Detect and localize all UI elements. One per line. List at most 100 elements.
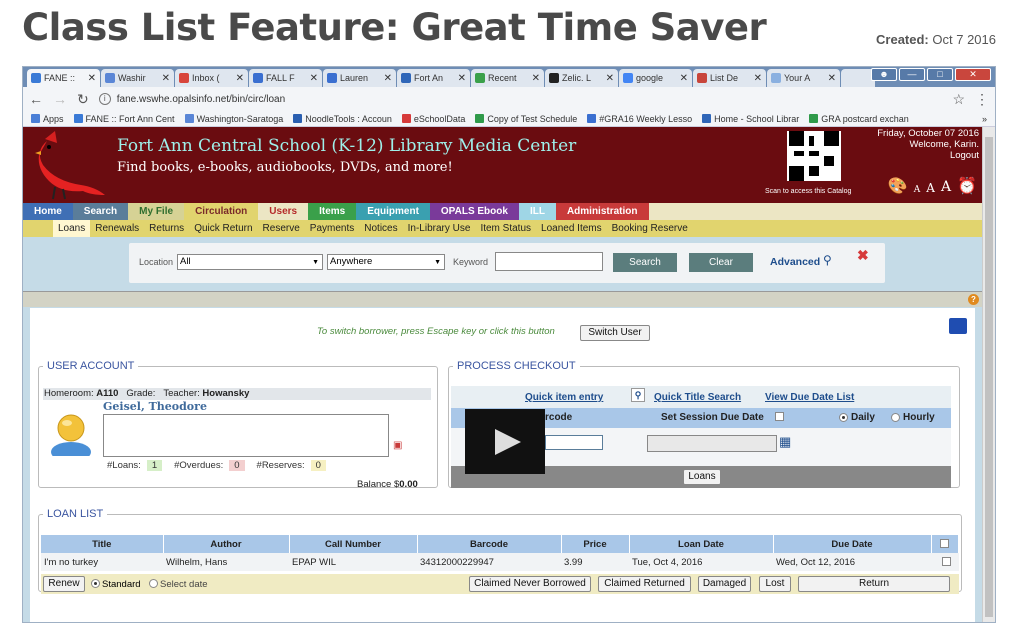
forward-button[interactable]: → <box>53 91 67 107</box>
keyword-input[interactable] <box>495 252 603 271</box>
alarm-clock-icon[interactable]: ⏰ <box>957 176 977 195</box>
bookmark-item[interactable]: NoodleTools : Accoun <box>293 114 392 124</box>
tab-close-icon[interactable]: ✕ <box>236 73 244 84</box>
hourly-radio[interactable] <box>891 413 900 422</box>
bookmark-item[interactable]: Home - School Librar <box>702 114 799 124</box>
claimed-returned-button[interactable]: Claimed Returned <box>598 576 691 592</box>
patron-name[interactable]: Geisel, Theodore <box>103 400 207 413</box>
main-nav-item[interactable]: Search <box>72 203 129 220</box>
browser-tab[interactable]: List De ✕ <box>693 69 766 87</box>
browser-tab[interactable]: Lauren ✕ <box>323 69 396 87</box>
main-nav-item[interactable]: OPALS Ebook <box>429 203 519 220</box>
sub-nav-item[interactable]: Quick Return <box>189 220 257 237</box>
browser-tab[interactable]: Your A ✕ <box>767 69 840 87</box>
info-icon[interactable]: i <box>98 93 111 105</box>
browser-tab[interactable]: Recent ✕ <box>471 69 544 87</box>
location-select[interactable]: All <box>177 254 323 270</box>
scope-select[interactable]: Anywhere <box>327 254 445 270</box>
sub-nav-item[interactable]: In-Library Use <box>403 220 476 237</box>
advanced-search-link[interactable]: Advanced <box>770 256 820 268</box>
palette-icon[interactable]: 🎨 <box>888 176 908 195</box>
browser-tab[interactable]: Fort An ✕ <box>397 69 470 87</box>
row-checkbox[interactable] <box>941 557 951 567</box>
bookmark-item[interactable]: Copy of Test Schedule <box>475 114 577 124</box>
quick-title-link[interactable]: Quick Title Search <box>654 392 741 403</box>
bookmark-item[interactable]: FANE :: Fort Ann Cent <box>73 114 175 124</box>
main-nav-item[interactable]: Administration <box>555 203 649 220</box>
sub-nav-item[interactable]: Booking Reserve <box>607 220 693 237</box>
tab-close-icon[interactable]: ✕ <box>680 73 688 84</box>
sub-nav-item[interactable]: Loans <box>53 220 91 237</box>
due-date-input[interactable] <box>647 435 777 452</box>
url-field[interactable]: i fane.wswhe.opalsinfo.net/bin/circ/loan <box>98 93 943 105</box>
text-size-small[interactable]: A <box>914 185 921 195</box>
sub-nav-item[interactable]: Reserve <box>258 220 305 237</box>
due-date-list-link[interactable]: View Due Date List <box>765 392 854 403</box>
daily-radio[interactable] <box>839 413 848 422</box>
tab-close-icon[interactable]: ✕ <box>310 73 318 84</box>
main-nav-item[interactable]: Items <box>308 203 357 220</box>
sub-nav-item[interactable]: Payments <box>305 220 359 237</box>
calendar-icon[interactable]: ▦ <box>779 434 791 450</box>
main-nav-item[interactable]: Home <box>23 203 73 220</box>
user-icon[interactable]: ☻ <box>871 68 897 81</box>
main-nav-item[interactable]: My File <box>128 203 185 220</box>
search-button[interactable]: Search <box>613 253 677 272</box>
lost-button[interactable]: Lost <box>759 576 791 592</box>
tab-close-icon[interactable]: ✕ <box>606 73 614 84</box>
sub-nav-item[interactable]: Loaned Items <box>536 220 607 237</box>
claimed-never-borrowed-button[interactable]: Claimed Never Borrowed <box>469 576 591 592</box>
select-all-checkbox[interactable] <box>940 539 950 549</box>
maximize-button[interactable]: □ <box>927 68 953 81</box>
help-icon[interactable]: ? <box>968 294 979 305</box>
tab-close-icon[interactable]: ✕ <box>162 73 170 84</box>
browser-tab[interactable]: google ✕ <box>619 69 692 87</box>
bookmark-item[interactable]: Washington-Saratoga <box>184 114 283 124</box>
table-row[interactable]: I'm no turkey Wilhelm, Hans EPAP WIL 343120… <box>41 553 959 571</box>
barcode-input[interactable] <box>545 435 603 450</box>
browser-tab[interactable]: FANE :: ✕ <box>27 69 100 87</box>
browser-tab[interactable]: Washir ✕ <box>101 69 174 87</box>
tab-close-icon[interactable]: ✕ <box>458 73 466 84</box>
bookmark-item[interactable]: GRA postcard exchan <box>809 114 909 124</box>
bookmark-item[interactable]: eSchoolData <box>401 114 465 124</box>
sub-nav-item[interactable]: Item Status <box>475 220 536 237</box>
menu-icon[interactable]: ⋮ <box>975 91 989 108</box>
main-nav-item[interactable]: Circulation <box>184 203 259 220</box>
page-scrollbar[interactable] <box>982 127 995 622</box>
browser-tab[interactable]: Inbox (✕ <box>175 69 248 87</box>
standard-radio[interactable] <box>91 579 100 588</box>
more-bookmarks[interactable]: » <box>982 114 987 124</box>
select-date-radio[interactable] <box>149 579 158 588</box>
return-button[interactable]: Return <box>798 576 950 592</box>
new-tab-button[interactable] <box>841 69 875 87</box>
loans-button[interactable]: Loans <box>683 469 721 485</box>
text-size-large[interactable]: A <box>941 179 951 195</box>
patron-note-textarea[interactable] <box>103 414 389 457</box>
back-button[interactable]: ← <box>29 91 43 107</box>
save-note-icon[interactable]: ▣ <box>393 440 402 451</box>
quick-title-search-icon[interactable]: ⚲ <box>631 388 645 402</box>
scrollbar-thumb[interactable] <box>985 137 993 617</box>
close-search-icon[interactable]: ✖ <box>857 247 869 264</box>
tab-close-icon[interactable]: ✕ <box>532 73 540 84</box>
text-size-medium[interactable]: A <box>926 181 935 195</box>
tab-close-icon[interactable]: ✕ <box>828 73 836 84</box>
clear-button[interactable]: Clear <box>689 253 753 272</box>
browser-tab[interactable]: Zelic. L ✕ <box>545 69 618 87</box>
switch-user-button[interactable]: Switch User <box>580 325 650 341</box>
printer-icon[interactable] <box>949 318 967 334</box>
magnifier-icon[interactable]: ⚲ <box>823 253 832 267</box>
reload-button[interactable]: ↻ <box>77 91 89 108</box>
renew-button[interactable]: Renew <box>43 576 85 592</box>
tab-close-icon[interactable]: ✕ <box>384 73 392 84</box>
sub-nav-item[interactable]: Notices <box>359 220 402 237</box>
tab-close-icon[interactable]: ✕ <box>754 73 762 84</box>
session-due-checkbox[interactable] <box>775 412 784 421</box>
video-play-icon[interactable] <box>465 409 545 474</box>
bookmark-item[interactable]: #GRA16 Weekly Lesso <box>587 114 692 124</box>
sub-nav-item[interactable]: Returns <box>144 220 189 237</box>
minimize-button[interactable]: — <box>899 68 925 81</box>
quick-item-link[interactable]: Quick item entry <box>525 392 603 403</box>
main-nav-item[interactable]: Equipment <box>356 203 430 220</box>
